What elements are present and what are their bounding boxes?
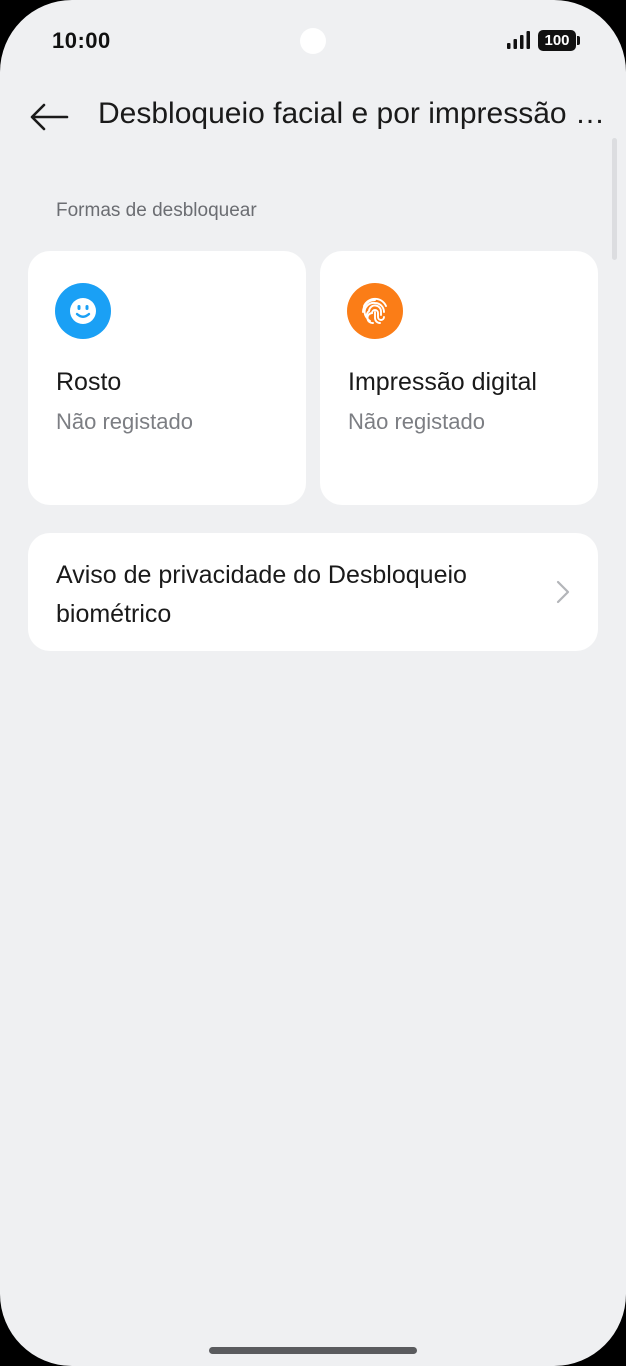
- page-title: Desbloqueio facial e por impressão digit…: [98, 97, 608, 130]
- face-unlock-card[interactable]: Rosto Não registado: [28, 251, 306, 505]
- battery-indicator: 100: [538, 30, 580, 51]
- face-card-title: Rosto: [56, 368, 122, 396]
- home-indicator[interactable]: [209, 1347, 417, 1354]
- face-icon: [55, 283, 111, 339]
- fingerprint-unlock-card[interactable]: Impressão digital Não registado: [320, 251, 598, 505]
- status-bar: 10:00 100: [0, 0, 626, 80]
- fingerprint-icon: [347, 283, 403, 339]
- section-label: Formas de desbloquear: [56, 200, 257, 221]
- back-button[interactable]: [26, 94, 72, 140]
- privacy-notice-label: Aviso de privacidade do Desbloqueio biom…: [56, 561, 467, 628]
- privacy-notice-row[interactable]: Aviso de privacidade do Desbloqueio biom…: [28, 533, 598, 651]
- fingerprint-card-title: Impressão digital: [348, 368, 537, 396]
- arrow-left-icon: [30, 103, 69, 131]
- screen: 10:00 100 Desbloqueio facial e por impre…: [0, 0, 626, 1366]
- signal-icon: [507, 31, 530, 49]
- chevron-right-icon: [556, 580, 570, 604]
- scrollbar[interactable]: [612, 138, 617, 260]
- camera-cutout: [300, 28, 326, 54]
- status-time: 10:00: [52, 28, 111, 53]
- fingerprint-card-status: Não registado: [348, 409, 485, 434]
- face-card-status: Não registado: [56, 409, 193, 434]
